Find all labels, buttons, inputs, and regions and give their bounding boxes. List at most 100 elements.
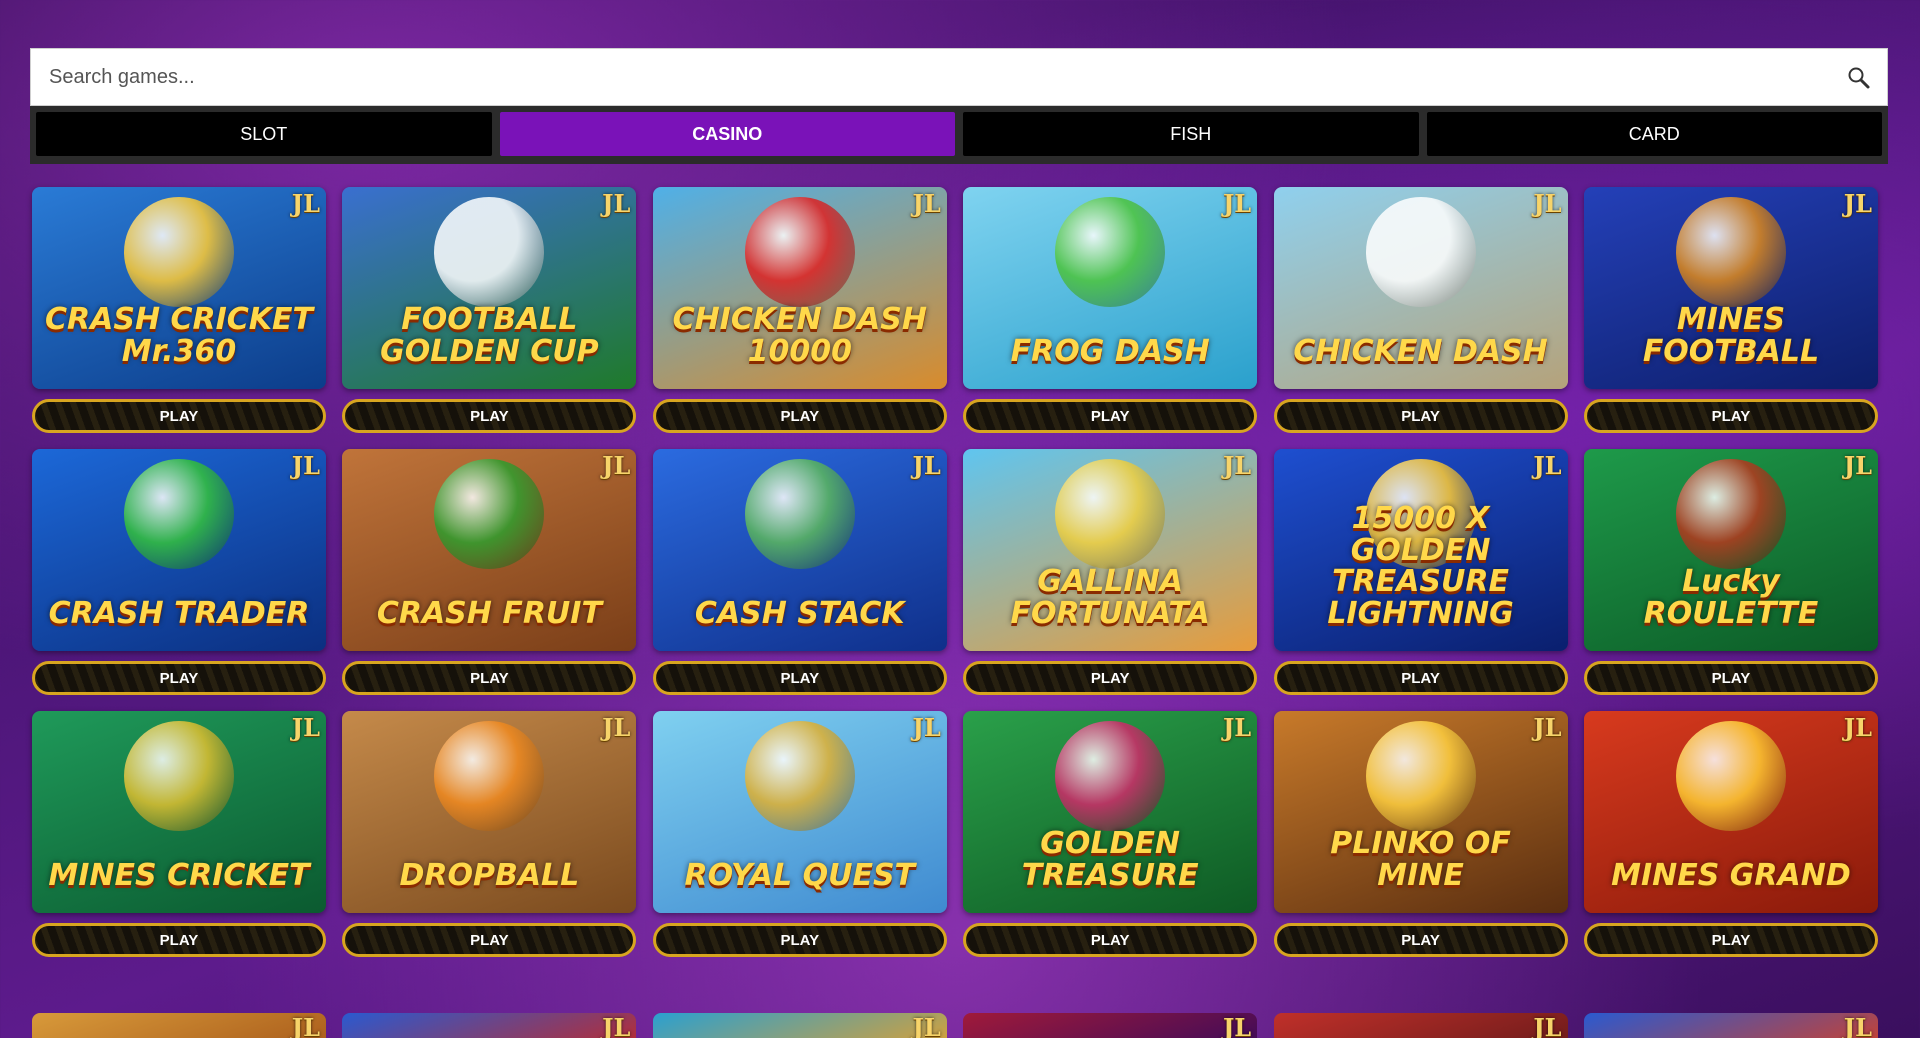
game-thumbnail[interactable]: CHICKEN DASH JL — [1273, 187, 1568, 389]
provider-badge: JL — [602, 713, 631, 742]
game-card[interactable]: GALLINA FORTUNATA JL PLAY — [963, 449, 1258, 695]
provider-badge: JL — [291, 1013, 320, 1038]
game-thumbnail[interactable]: CASH STACK JL — [652, 449, 947, 651]
play-button[interactable]: PLAY — [1273, 399, 1568, 433]
play-button[interactable]: PLAY — [652, 661, 947, 695]
game-thumbnail[interactable]: GALLINA FORTUNATA JL — [963, 449, 1258, 651]
game-thumbnail[interactable]: FOOTBALL GOLDEN CUP JL — [342, 187, 637, 389]
game-thumbnail[interactable]: GOLDEN TREASURE JL — [963, 711, 1258, 913]
game-title: CHICKEN DASH 10000 — [672, 302, 927, 369]
play-button[interactable]: PLAY — [652, 923, 947, 957]
play-button[interactable]: PLAY — [32, 923, 326, 957]
play-button[interactable]: PLAY — [1583, 923, 1878, 957]
provider-badge: JL — [912, 1013, 941, 1038]
game-thumbnail[interactable]: MINES CRICKET JL — [32, 711, 326, 913]
game-card[interactable]: MINES CRICKET JL PLAY — [32, 711, 326, 957]
game-artwork-emblem — [1675, 197, 1786, 307]
game-thumbnail-partial[interactable]: JL — [1273, 1013, 1568, 1038]
play-button[interactable]: PLAY — [342, 661, 637, 695]
game-artwork: GOLDEN TREASURE — [963, 711, 1258, 913]
game-thumbnail[interactable]: Lucky ROULETTE JL — [1583, 449, 1878, 651]
game-artwork: GALLINA FORTUNATA — [963, 449, 1258, 651]
game-thumbnail[interactable]: FROG DASH JL — [963, 187, 1258, 389]
game-card[interactable]: CRASH TRADER JL PLAY — [32, 449, 326, 695]
tab-casino[interactable]: CASINO — [499, 112, 955, 156]
tab-slot[interactable]: SLOT — [36, 112, 492, 156]
provider-badge: JL — [1222, 451, 1252, 480]
play-button[interactable]: PLAY — [32, 661, 326, 695]
play-button[interactable]: PLAY — [963, 399, 1258, 433]
game-card[interactable]: DROPBALL JL PLAY — [342, 711, 637, 957]
game-artwork-emblem — [1365, 197, 1476, 307]
play-button[interactable]: PLAY — [32, 399, 326, 433]
game-title: CHICKEN DASH — [1293, 333, 1548, 369]
tab-card[interactable]: CARD — [1426, 112, 1882, 156]
game-artwork: CHICKEN DASH 10000 — [652, 187, 947, 389]
game-card[interactable]: CASH STACK JL PLAY — [652, 449, 947, 695]
play-button[interactable]: PLAY — [342, 399, 637, 433]
game-artwork: CRASH CRICKET Mr.360 — [32, 187, 326, 389]
game-card[interactable]: 15000 X GOLDEN TREASURE LIGHTNING JL PLAY — [1273, 449, 1568, 695]
provider-badge: JL — [912, 451, 941, 480]
game-title: FOOTBALL GOLDEN CUP — [380, 302, 599, 369]
game-thumbnail[interactable]: CRASH FRUIT JL — [342, 449, 637, 651]
search-icon[interactable] — [1847, 66, 1871, 90]
game-title: DROPBALL — [399, 857, 580, 893]
game-card[interactable]: CRASH FRUIT JL PLAY — [342, 449, 637, 695]
game-artwork: Lucky ROULETTE — [1583, 449, 1878, 651]
game-card[interactable]: MINES FOOTBALL JL PLAY — [1583, 187, 1878, 433]
game-title: CASH STACK — [694, 595, 905, 631]
category-tabs: SLOT CASINO FISH CARD — [30, 106, 1888, 164]
game-card[interactable]: PLINKO OF MINE JL PLAY — [1273, 711, 1568, 957]
tab-fish[interactable]: FISH — [963, 112, 1419, 156]
game-thumbnail[interactable]: CHICKEN DASH 10000 JL — [652, 187, 947, 389]
game-thumbnail[interactable]: DROPBALL JL — [342, 711, 637, 913]
game-card[interactable]: CRASH CRICKET Mr.360 JL PLAY — [32, 187, 326, 433]
game-thumbnail[interactable]: CRASH TRADER JL — [32, 449, 326, 651]
play-button[interactable]: PLAY — [1583, 399, 1878, 433]
game-thumbnail[interactable]: MINES FOOTBALL JL — [1583, 187, 1878, 389]
game-card[interactable]: Lucky ROULETTE JL PLAY — [1583, 449, 1878, 695]
game-card[interactable]: CHICKEN DASH JL PLAY — [1273, 187, 1568, 433]
game-grid: CRASH CRICKET Mr.360 JL PLAY FOOTBALL GOLDE… — [32, 187, 1888, 957]
play-button[interactable]: PLAY — [1583, 661, 1878, 695]
game-thumbnail-partial[interactable]: JL — [342, 1013, 637, 1038]
game-artwork-emblem — [1055, 721, 1166, 831]
game-thumbnail-partial[interactable]: JL — [652, 1013, 947, 1038]
provider-badge: JL — [291, 451, 320, 480]
game-artwork: CRASH TRADER — [32, 449, 326, 651]
game-artwork-emblem — [124, 197, 234, 307]
play-button[interactable]: PLAY — [963, 661, 1258, 695]
play-button[interactable]: PLAY — [342, 923, 637, 957]
provider-badge: JL — [1843, 189, 1872, 218]
play-button[interactable]: PLAY — [652, 399, 947, 433]
game-title: GALLINA FORTUNATA — [1010, 564, 1210, 631]
game-artwork: DROPBALL — [342, 711, 637, 913]
play-button[interactable]: PLAY — [1273, 661, 1568, 695]
game-lobby-header: SLOT CASINO FISH CARD — [30, 48, 1888, 164]
game-thumbnail-partial[interactable]: JL — [1583, 1013, 1878, 1038]
game-thumbnail[interactable]: PLINKO OF MINE JL — [1273, 711, 1568, 913]
game-card[interactable]: MINES GRAND JL PLAY — [1583, 711, 1878, 957]
game-title: 15000 X GOLDEN TREASURE LIGHTNING — [1327, 501, 1514, 631]
game-card[interactable]: ROYAL QUEST JL PLAY — [652, 711, 947, 957]
game-title: Lucky ROULETTE — [1643, 564, 1819, 631]
game-card[interactable]: GOLDEN TREASURE JL PLAY — [963, 711, 1258, 957]
game-card[interactable]: CHICKEN DASH 10000 JL PLAY — [652, 187, 947, 433]
provider-badge: JL — [1843, 713, 1872, 742]
game-thumbnail-partial[interactable]: JL — [963, 1013, 1258, 1038]
game-artwork: MINES FOOTBALL — [1583, 187, 1878, 389]
game-thumbnail[interactable]: MINES GRAND JL — [1583, 711, 1878, 913]
play-button[interactable]: PLAY — [963, 923, 1258, 957]
game-thumbnail[interactable]: CRASH CRICKET Mr.360 JL — [32, 187, 326, 389]
game-artwork-emblem — [744, 197, 855, 307]
game-thumbnail[interactable]: ROYAL QUEST JL — [652, 711, 947, 913]
game-title: MINES CRICKET — [48, 857, 310, 893]
game-thumbnail[interactable]: 15000 X GOLDEN TREASURE LIGHTNING JL — [1273, 449, 1568, 651]
play-button[interactable]: PLAY — [1273, 923, 1568, 957]
game-artwork-emblem — [744, 459, 855, 569]
game-card[interactable]: FOOTBALL GOLDEN CUP JL PLAY — [342, 187, 637, 433]
game-card[interactable]: FROG DASH JL PLAY — [963, 187, 1258, 433]
search-input[interactable] — [31, 49, 1887, 105]
game-thumbnail-partial[interactable]: JL — [32, 1013, 326, 1038]
